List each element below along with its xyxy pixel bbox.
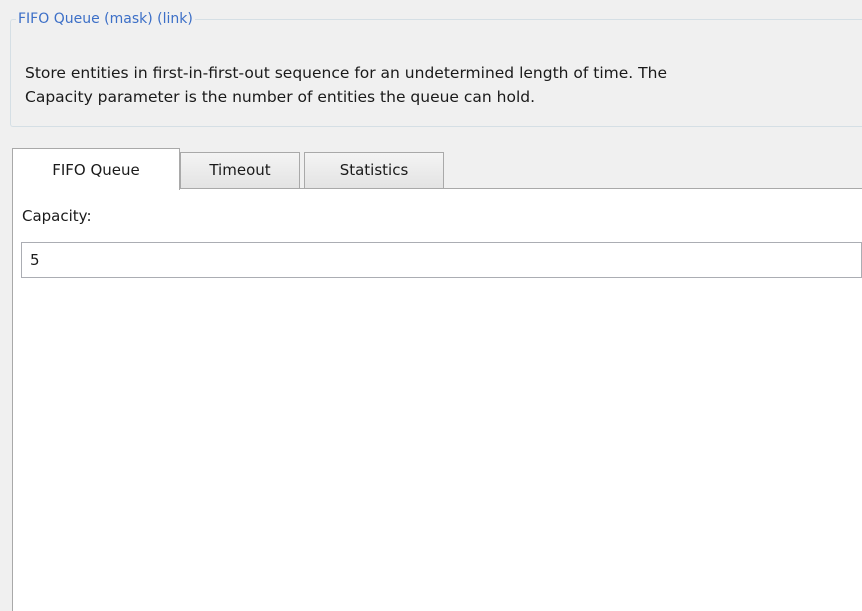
description-line: Capacity parameter is the number of enti…: [25, 88, 536, 106]
capacity-label: Capacity:: [22, 207, 92, 225]
capacity-input[interactable]: [21, 242, 862, 278]
tab-strip: FIFO Queue Timeout Statistics: [12, 148, 862, 190]
groupbox-title: FIFO Queue (mask) (link): [16, 10, 195, 28]
block-parameters-dialog: FIFO Queue (mask) (link) Store entities …: [0, 0, 862, 611]
block-description: Store entities in first-in-first-out seq…: [25, 61, 855, 109]
description-line: Store entities in first-in-first-out seq…: [25, 64, 667, 82]
tab-timeout[interactable]: Timeout: [180, 152, 300, 188]
fifo-queue-tab-page: Capacity:: [12, 188, 862, 611]
tab-fifo-queue[interactable]: FIFO Queue: [12, 148, 180, 190]
tab-statistics[interactable]: Statistics: [304, 152, 444, 188]
